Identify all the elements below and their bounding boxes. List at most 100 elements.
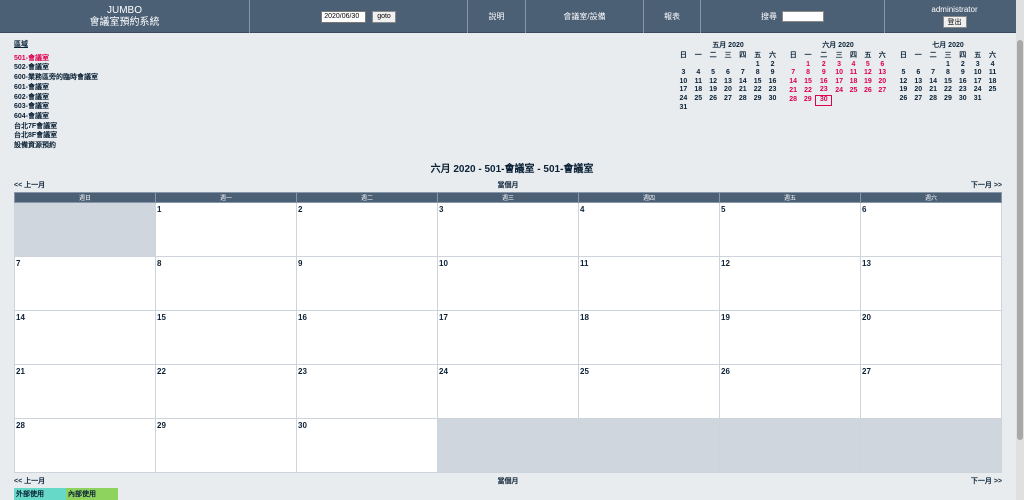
mini-day-link[interactable]: 13 (721, 78, 736, 87)
mini-day-link[interactable]: 2 (816, 61, 832, 70)
day-cell[interactable]: 25 (578, 364, 720, 419)
day-number-link[interactable]: 19 (721, 313, 730, 322)
day-cell[interactable]: 26 (719, 364, 861, 419)
mini-day-link[interactable]: 23 (816, 86, 832, 95)
mini-day-link[interactable]: 16 (816, 78, 832, 87)
mini-day-link[interactable]: 8 (941, 69, 956, 78)
mini-day-link[interactable]: 30 (815, 94, 833, 106)
day-number-link[interactable]: 13 (862, 259, 871, 268)
mini-day-link[interactable]: 1 (800, 61, 815, 70)
mini-day-link[interactable]: 17 (970, 78, 985, 87)
mini-day-link[interactable]: 4 (691, 69, 706, 78)
room-link[interactable]: 502-會議室 (14, 63, 98, 73)
day-number-link[interactable]: 7 (16, 259, 20, 268)
mini-day-link[interactable]: 12 (706, 78, 721, 87)
day-number-link[interactable]: 10 (439, 259, 448, 268)
mini-day-link[interactable]: 21 (735, 86, 750, 95)
day-number-link[interactable]: 22 (157, 367, 166, 376)
mini-day-link[interactable]: 9 (816, 69, 832, 78)
mini-day-link[interactable]: 13 (875, 69, 889, 78)
mini-day-link[interactable]: 2 (955, 61, 970, 70)
day-cell[interactable]: 23 (296, 364, 438, 419)
system-name[interactable]: 會議室預約系統 (90, 17, 160, 29)
day-cell[interactable]: 22 (155, 364, 297, 419)
mini-day-link[interactable]: 24 (970, 86, 985, 95)
mini-day-link[interactable]: 1 (941, 61, 956, 70)
day-cell[interactable]: 15 (155, 310, 297, 365)
mini-day-link[interactable]: 2 (765, 61, 780, 70)
mini-day-link[interactable]: 26 (896, 95, 911, 104)
room-link[interactable]: 台北7F會議室 (14, 122, 98, 132)
day-number-link[interactable]: 23 (298, 367, 307, 376)
day-cell[interactable]: 5 (719, 202, 861, 257)
day-cell[interactable]: 14 (14, 310, 156, 365)
mini-calendar-title[interactable]: 六月 2020 (786, 40, 890, 50)
room-link[interactable]: 603-會議室 (14, 102, 98, 112)
day-cell[interactable]: 17 (437, 310, 579, 365)
day-number-link[interactable]: 27 (862, 367, 871, 376)
mini-day-link[interactable]: 29 (941, 95, 956, 104)
day-number-link[interactable]: 18 (580, 313, 589, 322)
current-month-link[interactable]: 當個月 (14, 476, 1002, 486)
mini-day-link[interactable]: 6 (875, 61, 889, 70)
day-number-link[interactable]: 29 (157, 421, 166, 430)
day-cell[interactable]: 2 (296, 202, 438, 257)
day-number-link[interactable]: 20 (862, 313, 871, 322)
goto-date-input[interactable] (321, 10, 367, 23)
reports-link[interactable]: 報表 (644, 0, 701, 33)
day-number-link[interactable]: 28 (16, 421, 25, 430)
day-cell[interactable]: 12 (719, 256, 861, 311)
mini-day-link[interactable]: 25 (846, 86, 860, 95)
mini-day-link[interactable]: 5 (706, 69, 721, 78)
room-link[interactable]: 604-會議室 (14, 112, 98, 122)
day-cell[interactable]: 9 (296, 256, 438, 311)
day-cell[interactable]: 24 (437, 364, 579, 419)
mini-day-link[interactable]: 12 (896, 78, 911, 87)
mini-day-link[interactable]: 30 (765, 95, 780, 104)
area-label[interactable]: 區域 (14, 40, 98, 50)
mini-day-link[interactable]: 10 (832, 69, 846, 78)
mini-day-link[interactable]: 27 (875, 86, 889, 95)
mini-day-link[interactable]: 16 (765, 78, 780, 87)
mini-day-link[interactable]: 28 (735, 95, 750, 104)
day-number-link[interactable]: 26 (721, 367, 730, 376)
day-cell[interactable]: 21 (14, 364, 156, 419)
mini-day-link[interactable]: 11 (846, 69, 860, 78)
logout-button[interactable]: 登出 (942, 16, 967, 28)
mini-day-link[interactable]: 25 (985, 86, 1000, 95)
mini-day-link[interactable]: 5 (896, 69, 911, 78)
mini-day-link[interactable]: 25 (691, 95, 706, 104)
day-number-link[interactable]: 30 (298, 421, 307, 430)
goto-button[interactable]: goto (372, 10, 396, 23)
room-link[interactable]: 602-會議室 (14, 93, 98, 103)
mini-day-link[interactable]: 20 (721, 86, 736, 95)
rooms-link[interactable]: 會議室/設備 (526, 0, 644, 33)
day-number-link[interactable]: 16 (298, 313, 307, 322)
mini-day-link[interactable]: 19 (861, 78, 875, 87)
room-link[interactable]: 601-會議室 (14, 83, 98, 93)
day-cell[interactable]: 7 (14, 256, 156, 311)
mini-day-link[interactable]: 13 (911, 78, 926, 87)
help-link[interactable]: 說明 (468, 0, 526, 33)
mini-day-link[interactable]: 4 (846, 61, 860, 70)
day-number-link[interactable]: 6 (862, 205, 866, 214)
mini-day-link[interactable]: 20 (875, 78, 889, 87)
mini-day-link[interactable]: 7 (735, 69, 750, 78)
mini-day-link[interactable]: 21 (926, 86, 941, 95)
mini-day-link[interactable]: 30 (955, 95, 970, 104)
mini-day-link[interactable]: 22 (750, 86, 765, 95)
mini-calendar-title[interactable]: 五月 2020 (676, 40, 780, 50)
mini-day-link[interactable]: 31 (676, 104, 691, 113)
mini-day-link[interactable]: 17 (676, 86, 691, 95)
mini-day-link[interactable]: 9 (765, 69, 780, 78)
mini-day-link[interactable]: 10 (676, 78, 691, 87)
day-cell[interactable]: 30 (296, 418, 438, 473)
mini-day-link[interactable]: 14 (786, 78, 800, 87)
day-cell[interactable]: 10 (437, 256, 579, 311)
mini-day-link[interactable]: 28 (786, 95, 800, 105)
day-cell[interactable]: 4 (578, 202, 720, 257)
day-number-link[interactable]: 3 (439, 205, 443, 214)
mini-calendar-title[interactable]: 七月 2020 (896, 40, 1000, 50)
mini-day-link[interactable]: 18 (985, 78, 1000, 87)
day-cell[interactable]: 29 (155, 418, 297, 473)
